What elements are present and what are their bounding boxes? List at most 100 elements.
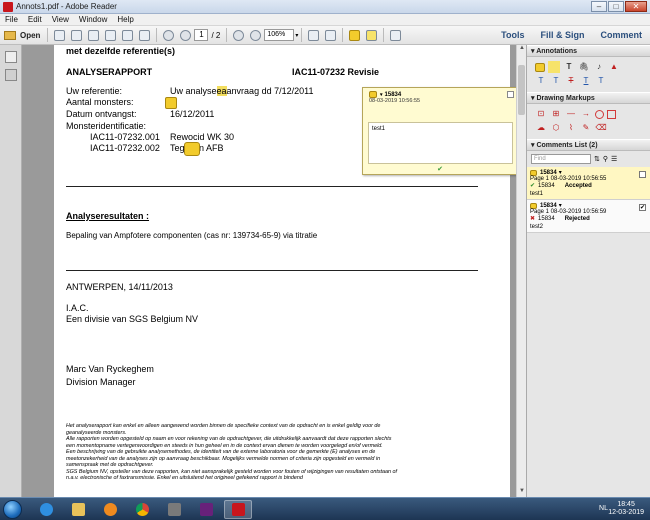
line-tool-icon[interactable]: — <box>565 108 577 120</box>
stamp-tool-icon[interactable]: ▲ <box>608 61 620 73</box>
taskbar-visual-studio[interactable] <box>192 500 220 519</box>
comment-item[interactable]: 15834 ▾ Page 1 08-03-2019 10:56:59 ✖ 15834… <box>527 200 650 233</box>
main-toolbar: Open 1 / 2 106% ▾ Tools Fill & Sign Comm… <box>0 26 650 45</box>
close-button[interactable]: ✕ <box>625 1 647 12</box>
sticky-note-annotation-icon[interactable] <box>184 142 200 156</box>
rectangle-tool-icon[interactable] <box>607 110 616 119</box>
document-scrollbar[interactable]: ▲ ▼ <box>516 45 526 497</box>
highlighted-text[interactable]: ea <box>216 86 227 96</box>
strikethrough-tool-icon[interactable]: T <box>565 75 577 87</box>
chevron-down-icon[interactable]: ▾ <box>559 202 562 209</box>
oval-tool-icon[interactable] <box>595 110 604 119</box>
comment-item[interactable]: 15834 ▾ Page 1 08-03-2019 10:56:55 ✔ 15834… <box>527 167 650 200</box>
comments-find-input[interactable]: Find <box>531 154 591 164</box>
zoom-select[interactable]: 106% <box>264 29 295 41</box>
drawing-markups-section-header[interactable]: ▾ Drawing Markups <box>527 92 650 104</box>
full-screen-button[interactable] <box>388 28 403 43</box>
record-audio-tool-icon[interactable]: ♪ <box>593 61 605 73</box>
disclaimer-footer: Het analyserapport kan enkel en alleen a… <box>66 423 478 482</box>
arrow-tool-icon[interactable]: → <box>580 108 592 120</box>
comments-list-title: Comments List (2) <box>536 142 598 149</box>
options-icon[interactable]: ☰ <box>611 155 617 163</box>
popup-text-area[interactable]: test1 <box>368 122 513 164</box>
replace-text-tool-icon[interactable]: T <box>550 75 562 87</box>
comment-checkbox[interactable] <box>639 171 646 178</box>
checkmark-icon[interactable]: ✔ <box>363 165 517 173</box>
pencil-tool-icon[interactable]: ✎ <box>580 122 592 134</box>
sticky-note-tool-icon[interactable] <box>535 63 545 72</box>
next-page-button[interactable] <box>178 28 193 43</box>
page-number-input[interactable]: 1 <box>194 29 209 41</box>
adobe-reader-icon <box>3 1 13 12</box>
settings-button[interactable] <box>86 28 101 43</box>
tab-comment[interactable]: Comment <box>592 30 650 40</box>
start-button[interactable] <box>3 500 22 519</box>
filter-icon[interactable]: ⚲ <box>603 155 608 163</box>
popup-author: 15834 <box>384 91 402 98</box>
connected-lines-tool-icon[interactable]: ⌇ <box>565 122 577 134</box>
annotations-section-header[interactable]: ▾ Annotations <box>527 45 650 57</box>
insert-text-tool-icon[interactable]: T <box>535 75 547 87</box>
eraser-tool-icon[interactable]: ⌫ <box>595 122 607 134</box>
taskbar-app[interactable] <box>160 500 188 519</box>
field-value-part: anvraag dd 7/12/2011 <box>226 86 314 96</box>
chevron-down-icon[interactable]: ▾ <box>380 92 383 98</box>
taskbar-explorer[interactable] <box>64 500 92 519</box>
tab-fill-sign[interactable]: Fill & Sign <box>532 30 592 40</box>
language-indicator[interactable]: NL <box>599 505 608 512</box>
previous-page-button[interactable] <box>161 28 176 43</box>
tab-tools[interactable]: Tools <box>493 30 532 40</box>
popup-minimize-button[interactable] <box>507 91 514 98</box>
chevron-down-icon[interactable]: ▾ <box>295 32 298 39</box>
comment-checkbox[interactable]: ✔ <box>639 204 646 211</box>
fit-page-button[interactable] <box>306 28 321 43</box>
text-box-tool-icon[interactable]: ⊞ <box>550 108 562 120</box>
comments-list-section-header[interactable]: ▾ Comments List (2) <box>527 139 650 151</box>
sort-icon[interactable]: ⇅ <box>594 155 600 163</box>
attachments-icon[interactable] <box>4 69 17 81</box>
taskbar-adobe-reader[interactable] <box>224 500 252 519</box>
taskbar-media[interactable] <box>96 500 124 519</box>
report-reference: IAC11-07232 Revisie <box>292 67 380 77</box>
scrollbar-thumb[interactable] <box>518 65 525 115</box>
open-button[interactable]: Open <box>0 30 44 40</box>
zoom-in-button[interactable] <box>248 28 263 43</box>
maximize-button[interactable]: □ <box>608 1 624 12</box>
add-text-tool-icon[interactable]: T <box>563 61 575 73</box>
polygon-tool-icon[interactable]: ⬡ <box>550 122 562 134</box>
underline-tool-icon[interactable]: T <box>580 75 592 87</box>
email-button[interactable] <box>137 28 152 43</box>
comments-find-row: Find ⇅ ⚲ ☰ <box>527 151 650 167</box>
comment-popup[interactable]: ▾ 15834 08-03-2019 10:56:55 test1 ✔ <box>362 87 518 175</box>
chevron-down-icon[interactable]: ▾ <box>559 169 562 176</box>
drawing-tools-row: ⊡ ⊞ — → <box>527 104 650 122</box>
taskbar-chrome[interactable] <box>128 500 156 519</box>
highlight-button[interactable] <box>364 28 379 43</box>
save-button[interactable] <box>103 28 118 43</box>
zoom-out-button[interactable] <box>231 28 246 43</box>
menu-edit[interactable]: Edit <box>23 15 47 24</box>
edit-button[interactable] <box>69 28 84 43</box>
minimize-button[interactable]: – <box>591 1 607 12</box>
print-button[interactable] <box>120 28 135 43</box>
menu-window[interactable]: Window <box>74 15 112 24</box>
fit-width-icon <box>325 29 337 41</box>
highlighter-icon <box>366 29 378 41</box>
callout-tool-icon[interactable]: ⊡ <box>535 108 547 120</box>
drawing-markups-title: Drawing Markups <box>536 95 595 102</box>
comment-marker-icon[interactable] <box>165 97 177 109</box>
pages-panel-icon[interactable] <box>4 51 17 63</box>
menu-view[interactable]: View <box>47 15 74 24</box>
highlight-tool-icon[interactable] <box>548 61 560 73</box>
menu-file[interactable]: File <box>0 15 23 24</box>
media-player-icon <box>103 503 117 516</box>
menu-help[interactable]: Help <box>112 15 138 24</box>
fit-width-button[interactable] <box>323 28 338 43</box>
taskbar-clock[interactable]: 18:45 12-03-2019 <box>608 501 644 517</box>
taskbar-ie[interactable] <box>32 500 60 519</box>
text-correction-tool-icon[interactable]: T <box>595 75 607 87</box>
attach-file-tool-icon[interactable]: 🖇 <box>578 61 590 73</box>
cloud-tool-icon[interactable]: ☁ <box>535 122 547 134</box>
create-pdf-button[interactable] <box>52 28 67 43</box>
sticky-note-button[interactable] <box>347 28 362 43</box>
